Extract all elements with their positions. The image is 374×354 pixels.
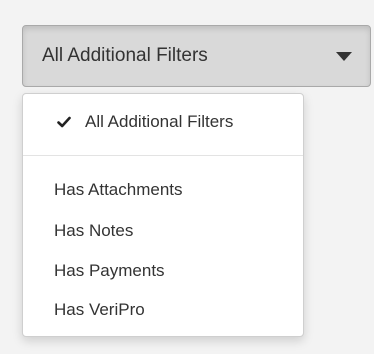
menu-item-label: All Additional Filters	[85, 112, 234, 131]
dropdown-selected-label: All Additional Filters	[42, 45, 208, 66]
menu-item-has-notes[interactable]: Has Notes	[23, 218, 303, 244]
menu-item-all-additional-filters[interactable]: All Additional Filters	[23, 109, 303, 135]
menu-divider	[23, 155, 303, 156]
menu-item-label: Has Attachments	[54, 180, 183, 199]
menu-item-has-payments[interactable]: Has Payments	[23, 258, 303, 284]
additional-filters-dropdown[interactable]: All Additional Filters	[22, 25, 371, 87]
menu-item-label: Has VeriPro	[54, 300, 145, 319]
menu-item-label: Has Notes	[54, 221, 134, 240]
menu-item-has-attachments[interactable]: Has Attachments	[23, 177, 303, 203]
caret-down-icon	[336, 51, 352, 61]
filter-dropdown-menu: All Additional Filters Has Attachments H…	[22, 93, 304, 337]
menu-item-label: Has Payments	[54, 261, 165, 280]
checkmark-icon	[57, 116, 71, 128]
menu-item-has-veripro[interactable]: Has VeriPro	[23, 297, 303, 323]
